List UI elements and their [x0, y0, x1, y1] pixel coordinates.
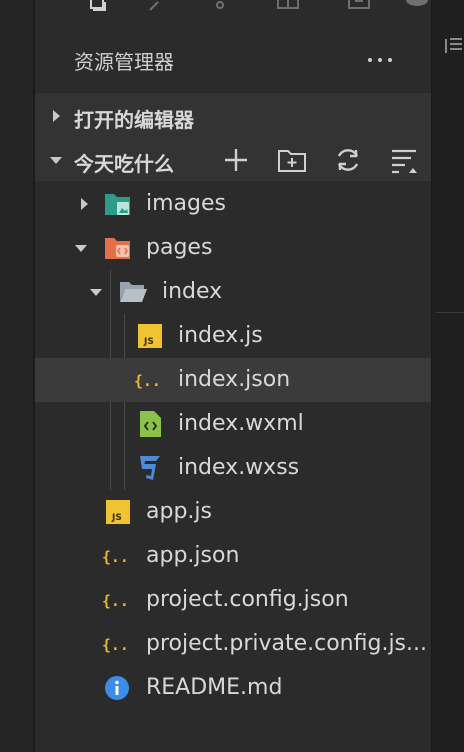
- folder-open-icon: [120, 282, 147, 302]
- chevron-right-icon: [81, 198, 88, 210]
- explorer-title: 资源管理器: [74, 50, 174, 74]
- open-editors-label: 打开的编辑器: [74, 108, 194, 132]
- more-dot: [378, 58, 382, 62]
- js-file-icon: JS: [138, 324, 162, 348]
- editor-area: [432, 0, 464, 752]
- tree-item-label: images: [146, 191, 226, 216]
- folder-images-icon: [105, 194, 130, 215]
- tree-item-index-json[interactable]: {..} index.json: [35, 358, 431, 402]
- minimap-icon: [445, 38, 462, 53]
- collapse-all-icon[interactable]: [389, 145, 419, 175]
- tree-item-index-wxss[interactable]: index.wxss: [35, 446, 431, 490]
- new-file-icon[interactable]: [221, 145, 251, 175]
- folder-pages-icon: [105, 238, 130, 259]
- tree-item-app-json[interactable]: {..} app.json: [35, 534, 431, 578]
- chevron-down-icon: [75, 245, 87, 252]
- json-file-icon: {..}: [102, 549, 130, 566]
- chevron-right-icon: [53, 110, 60, 122]
- tree-item-app-js[interactable]: JS app.js: [35, 490, 431, 534]
- search-icon[interactable]: [148, 0, 164, 12]
- json-file-icon: {..}: [102, 637, 130, 654]
- tree-item-label: app.json: [146, 543, 240, 568]
- svg-text:{..}: {..}: [102, 593, 130, 610]
- open-editors-section[interactable]: 打开的编辑器: [35, 93, 431, 137]
- editor-separator: [436, 312, 464, 313]
- json-file-icon: {..}: [134, 373, 162, 390]
- explorer-panel: 资源管理器 打开的编辑器 今天吃什么 images pages index JS…: [35, 0, 431, 752]
- tree-item-label: project.config.json: [146, 587, 349, 612]
- chevron-down-icon: [90, 289, 102, 296]
- project-section[interactable]: 今天吃什么: [35, 137, 431, 181]
- css-file-icon: [140, 456, 160, 480]
- tree-item-label: index: [162, 279, 223, 304]
- project-label: 今天吃什么: [74, 152, 174, 176]
- top-toolbar: [70, 0, 464, 12]
- svg-text:{..}: {..}: [102, 549, 130, 566]
- tree-item-label: index.js: [178, 323, 263, 348]
- tree-item-index-js[interactable]: JS index.js: [35, 314, 431, 358]
- tree-item-images[interactable]: images: [35, 182, 431, 226]
- tree-item-label: index.wxml: [178, 411, 304, 436]
- tree-item-readme[interactable]: README.md: [35, 666, 431, 710]
- tree-item-label: index.json: [178, 367, 291, 392]
- json-file-icon: {..}: [102, 593, 130, 610]
- more-dot: [388, 58, 392, 62]
- activity-bar: [0, 0, 33, 752]
- files-icon[interactable]: [88, 0, 110, 12]
- wxml-file-icon: [140, 411, 161, 437]
- more-horizontal-icon: [368, 58, 372, 62]
- tree-item-label: project.private.config.js...: [146, 631, 427, 656]
- account-icon[interactable]: [404, 0, 430, 12]
- tree-item-label: index.wxss: [178, 455, 300, 480]
- extensions-icon[interactable]: [346, 0, 372, 12]
- tree-item-label: app.js: [146, 499, 212, 524]
- more-actions-button[interactable]: [365, 44, 395, 74]
- tree-item-label: pages: [146, 235, 213, 260]
- svg-text:JS: JS: [111, 513, 122, 523]
- tree-item-project-private-config[interactable]: {..} project.private.config.js...: [35, 622, 431, 666]
- tree-item-index-wxml[interactable]: index.wxml: [35, 402, 431, 446]
- new-folder-icon[interactable]: [277, 145, 307, 175]
- tree-item-project-config-json[interactable]: {..} project.config.json: [35, 578, 431, 622]
- svg-text:{..}: {..}: [102, 637, 130, 654]
- source-control-icon[interactable]: [212, 0, 228, 12]
- tree-item-pages[interactable]: pages: [35, 226, 431, 270]
- debug-icon[interactable]: [276, 0, 300, 12]
- info-icon: [105, 676, 129, 700]
- svg-text:JS: JS: [143, 337, 154, 347]
- refresh-icon[interactable]: [333, 145, 363, 175]
- svg-text:{..}: {..}: [134, 373, 162, 390]
- js-file-icon: JS: [106, 500, 130, 524]
- tree-item-label: README.md: [146, 675, 283, 700]
- chevron-down-icon: [50, 157, 62, 164]
- tree-item-index-folder[interactable]: index: [35, 270, 431, 314]
